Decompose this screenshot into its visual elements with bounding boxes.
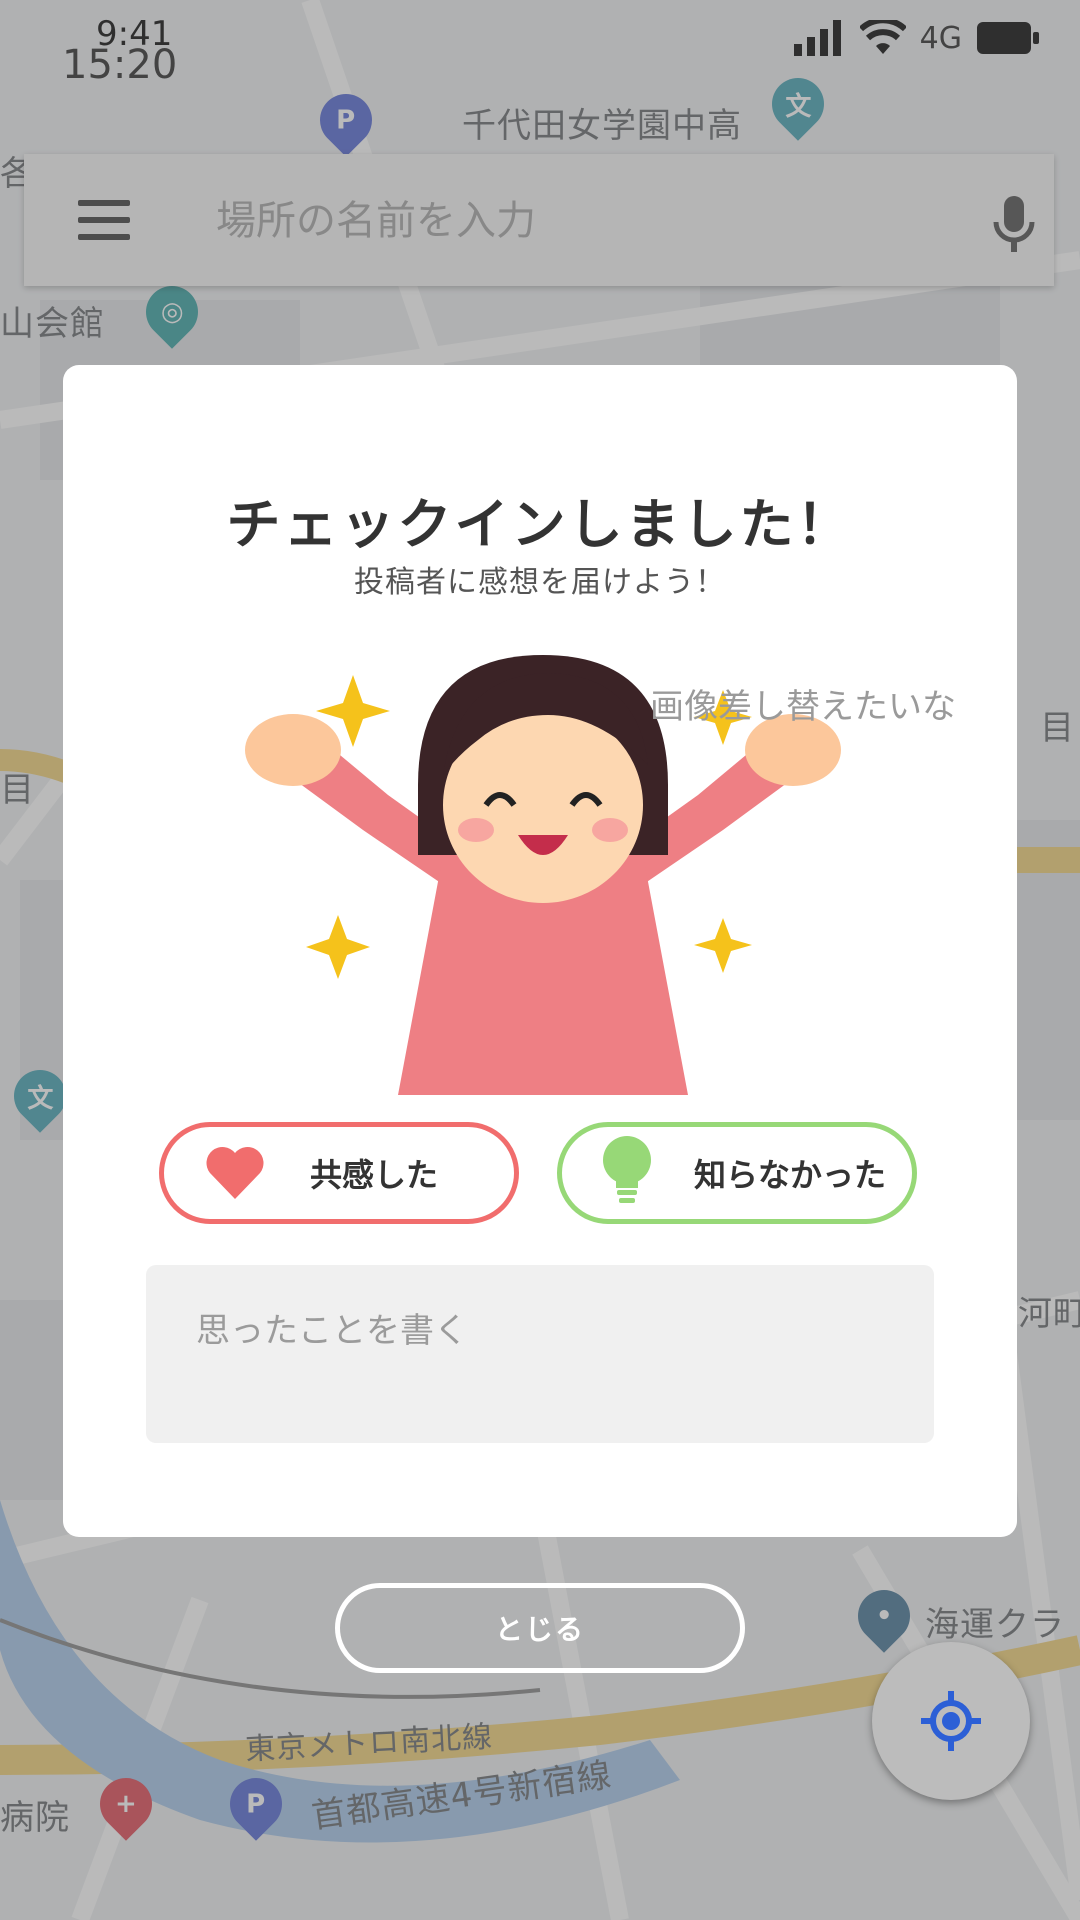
didnt-know-label: 知らなかった <box>694 1156 887 1194</box>
heart-icon <box>200 1138 270 1208</box>
comment-input[interactable] <box>146 1265 934 1443</box>
placeholder-note: 画像差し替えたいな <box>650 687 956 727</box>
dialog-subtitle: 投稿者に感想を届けよう！ <box>354 565 726 600</box>
close-button[interactable]: とじる <box>335 1583 745 1673</box>
close-label: とじる <box>494 1613 585 1646</box>
checkin-dialog: チェックインしました！ 投稿者に感想を届けよう！ 画像差し替えたいな 共感した … <box>63 365 1017 1537</box>
didnt-know-button[interactable]: 知らなかった <box>557 1122 917 1224</box>
dialog-title: チェックインしました！ <box>226 493 854 556</box>
lightbulb-icon <box>592 1136 662 1208</box>
empathy-label: 共感した <box>310 1156 439 1194</box>
location-target-icon <box>921 1691 981 1751</box>
my-location-button[interactable] <box>872 1642 1030 1800</box>
empathy-button[interactable]: 共感した <box>159 1122 519 1224</box>
